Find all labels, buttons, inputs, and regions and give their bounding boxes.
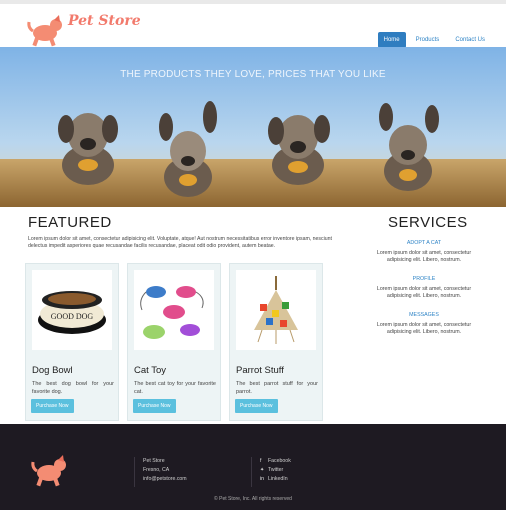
- product-desc: The best parrot stuff for your parrot.: [236, 381, 318, 395]
- product-desc: The best cat toy for your favorite cat.: [134, 381, 216, 395]
- footer-email[interactable]: info@petstore.com: [143, 475, 187, 484]
- bowl-label: GOOD DOG: [51, 312, 94, 321]
- product-name: Dog Bowl: [32, 365, 73, 376]
- dog-logo-icon[interactable]: [26, 14, 66, 48]
- facebook-link[interactable]: f Facebook: [260, 457, 291, 466]
- service-link[interactable]: MESSAGES: [370, 312, 478, 318]
- cat-toy-image: [134, 270, 214, 350]
- twitter-icon: ✦: [260, 467, 265, 473]
- hero-banner: THE PRODUCTS THEY LOVE, PRICES THAT YOU …: [0, 47, 506, 207]
- hero-caption: THE PRODUCTS THEY LOVE, PRICES THAT YOU …: [120, 69, 386, 80]
- footer-company: Pet Store: [143, 458, 165, 464]
- purchase-button[interactable]: Purchase Now: [31, 399, 74, 413]
- product-desc: The best dog bowl for your favorite dog.: [32, 381, 114, 395]
- service-text: Lorem ipsum dolor sit amet, consectetur …: [376, 286, 472, 299]
- services-heading: SERVICES: [388, 214, 468, 231]
- linkedin-link[interactable]: in LinkedIn: [260, 475, 291, 484]
- service-messages: MESSAGES Lorem ipsum dolor sit amet, con…: [370, 312, 478, 336]
- nav-home[interactable]: Home: [377, 32, 406, 48]
- linkedin-icon: in: [260, 476, 265, 482]
- twitter-link[interactable]: ✦ Twitter: [260, 466, 291, 475]
- product-card-parrot-stuff: Parrot Stuff The best parrot stuff for y…: [229, 263, 323, 421]
- facebook-icon: f: [260, 458, 262, 464]
- site-footer: Pet Store Fresno, CA info@petstore.com f…: [0, 424, 506, 510]
- footer-city: Fresno, CA: [143, 467, 170, 473]
- parrot-toy-image: [236, 270, 316, 350]
- service-text: Lorem ipsum dolor sit amet, consectetur …: [376, 250, 472, 263]
- service-profile: PROFILE Lorem ipsum dolor sit amet, cons…: [370, 276, 478, 300]
- brand-name[interactable]: Pet Store: [68, 13, 141, 29]
- facebook-label: Facebook: [268, 458, 291, 464]
- dog-logo-icon: [31, 455, 66, 487]
- footer-social: f Facebook ✦ Twitter in LinkedIn: [251, 457, 291, 487]
- footer-address: Pet Store Fresno, CA info@petstore.com: [134, 457, 187, 487]
- purchase-button[interactable]: Purchase Now: [235, 399, 278, 413]
- copyright: © Pet Store, Inc. All rights reserved: [214, 496, 292, 502]
- service-adopt-a-cat: ADOPT A CAT Lorem ipsum dolor sit amet, …: [370, 240, 478, 264]
- linkedin-label: LinkedIn: [268, 476, 288, 482]
- dog-bowl-image: GOOD DOG: [32, 270, 112, 350]
- twitter-label: Twitter: [268, 467, 284, 473]
- nav-products[interactable]: Products: [410, 32, 446, 48]
- nav-contact[interactable]: Contact Us: [449, 32, 491, 48]
- main-nav: Home Products Contact Us: [377, 32, 491, 48]
- product-card-cat-toy: Cat Toy The best cat toy for your favori…: [127, 263, 221, 421]
- product-name: Parrot Stuff: [236, 365, 284, 376]
- purchase-button[interactable]: Purchase Now: [133, 399, 176, 413]
- featured-heading: FEATURED: [28, 214, 112, 231]
- product-name: Cat Toy: [134, 365, 167, 376]
- service-link[interactable]: ADOPT A CAT: [370, 240, 478, 246]
- featured-text: Lorem ipsum dolor sit amet, consectetur …: [28, 236, 332, 249]
- site-header: Pet Store Home Products Contact Us: [0, 4, 506, 48]
- service-link[interactable]: PROFILE: [370, 276, 478, 282]
- service-text: Lorem ipsum dolor sit amet, consectetur …: [376, 322, 472, 335]
- product-cards: GOOD DOG Dog Bowl The best dog bowl for …: [25, 263, 323, 421]
- product-card-dog-bowl: GOOD DOG Dog Bowl The best dog bowl for …: [25, 263, 119, 421]
